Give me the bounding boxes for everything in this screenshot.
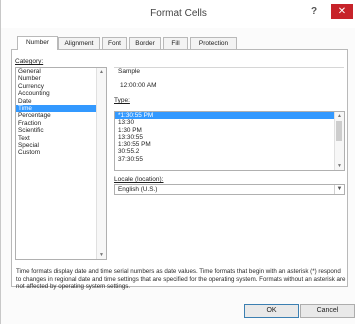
- format-description: Time formats display date and time seria…: [16, 268, 346, 291]
- category-item-date[interactable]: Date: [16, 98, 106, 105]
- tab-number[interactable]: Number: [17, 36, 58, 50]
- cancel-button[interactable]: Cancel: [300, 304, 355, 318]
- category-item-text[interactable]: Text: [16, 135, 106, 142]
- locale-select[interactable]: English (U.S.) ▼: [114, 184, 345, 195]
- category-item-custom[interactable]: Custom: [16, 149, 106, 156]
- close-icon[interactable]: ✕: [331, 4, 353, 19]
- category-item-scientific[interactable]: Scientific: [16, 127, 106, 134]
- format-cells-dialog: Format Cells ? ✕ Number Alignment Font B…: [0, 0, 355, 324]
- sample-label: Sample: [118, 68, 141, 75]
- type-item[interactable]: 37:30:55: [115, 156, 344, 163]
- category-item-general[interactable]: General: [16, 68, 106, 75]
- help-icon[interactable]: ?: [311, 6, 323, 20]
- category-label: Category:: [15, 58, 44, 65]
- type-item[interactable]: *1:30:55 PM: [115, 112, 344, 120]
- locale-label: Locale (location):: [114, 176, 164, 183]
- scroll-down-icon[interactable]: ▼: [97, 251, 106, 259]
- scroll-up-icon[interactable]: ▲: [97, 68, 106, 76]
- category-item-time[interactable]: Time: [16, 104, 106, 113]
- tab-protection[interactable]: Protection: [190, 37, 237, 49]
- title-bar: Format Cells ? ✕: [1, 0, 355, 28]
- type-item[interactable]: 13:30:55: [115, 134, 344, 141]
- type-item[interactable]: 30:55.2: [115, 148, 344, 155]
- type-item[interactable]: 1:30:55 PM: [115, 141, 344, 148]
- category-item-fraction[interactable]: Fraction: [16, 120, 106, 127]
- tab-alignment[interactable]: Alignment: [58, 37, 100, 49]
- type-scrollbar[interactable]: ▲ ▼: [334, 112, 344, 170]
- type-list[interactable]: *1:30:55 PM 13:30 1:30 PM 13:30:55 1:30:…: [114, 111, 345, 171]
- sample-value: 12:00:00 AM: [120, 82, 157, 89]
- type-item[interactable]: 1:30 PM: [115, 127, 344, 134]
- sample-group: Sample 12:00:00 AM: [114, 67, 344, 96]
- category-item-percentage[interactable]: Percentage: [16, 112, 106, 119]
- category-item-accounting[interactable]: Accounting: [16, 90, 106, 97]
- tab-font[interactable]: Font: [102, 37, 127, 49]
- category-item-number[interactable]: Number: [16, 75, 106, 82]
- type-label: Type:: [114, 97, 130, 104]
- ok-button[interactable]: OK: [244, 304, 299, 318]
- category-scrollbar[interactable]: ▲ ▼: [96, 68, 106, 259]
- scroll-up-icon[interactable]: ▲: [335, 112, 344, 120]
- chevron-down-icon[interactable]: ▼: [334, 185, 344, 194]
- locale-value: English (U.S.): [118, 186, 158, 193]
- category-list[interactable]: General Number Currency Accounting Date …: [15, 67, 107, 260]
- dialog-title: Format Cells: [150, 8, 207, 19]
- scroll-thumb[interactable]: [336, 121, 342, 141]
- type-item[interactable]: 13:30: [115, 119, 344, 126]
- tab-fill[interactable]: Fill: [163, 37, 188, 49]
- tab-border[interactable]: Border: [129, 37, 161, 49]
- category-item-special[interactable]: Special: [16, 142, 106, 149]
- category-item-currency[interactable]: Currency: [16, 83, 106, 90]
- scroll-down-icon[interactable]: ▼: [335, 162, 344, 170]
